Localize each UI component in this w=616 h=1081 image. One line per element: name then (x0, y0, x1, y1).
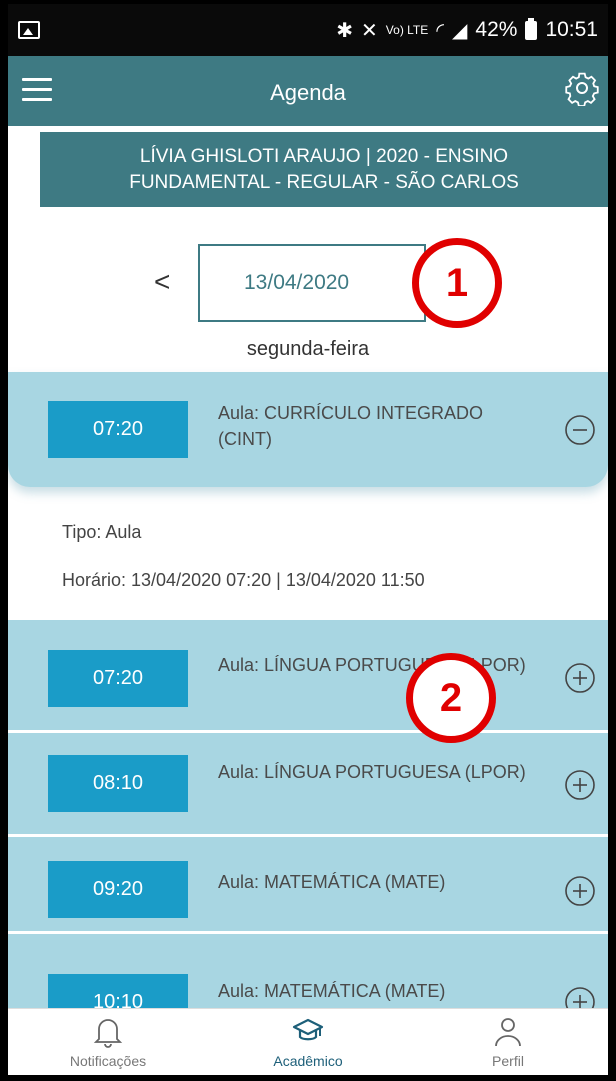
student-banner: LÍVIA GHISLOTI ARAUJO | 2020 - ENSINO FU… (26, 132, 608, 207)
date-value: 13/04/2020 (244, 271, 350, 294)
gear-icon[interactable] (564, 70, 600, 106)
graduation-cap-icon (292, 1018, 324, 1041)
annotation-badge-1: 1 (412, 238, 502, 328)
expand-icon[interactable] (564, 875, 596, 907)
battery-icon (525, 17, 538, 40)
lesson-row[interactable]: 09:20 Aula: MATEMÁTICA (MATE) (8, 837, 608, 931)
cell-signal-icon: ◢ (452, 19, 468, 42)
lesson-title: Aula: LÍNGUA PORTUGUESA (LPOR) (218, 762, 526, 782)
app-screen: ✱ ✕ Vo) LTE ◜ ◢ 42% 10:51 Agenda LÍVIA G… (8, 4, 608, 1075)
lesson-title: Aula: MATEMÁTICA (MATE) (218, 981, 446, 1001)
lesson-title: Aula: MATEMÁTICA (MATE) (218, 872, 446, 892)
phone-frame: ✱ ✕ Vo) LTE ◜ ◢ 42% 10:51 Agenda LÍVIA G… (0, 0, 616, 1081)
status-indicators: ✱ ✕ Vo) LTE ◜ ◢ 42% 10:51 (336, 17, 598, 43)
lesson-row[interactable]: 07:20 Aula: CURRÍCULO INTEGRADO (CINT) (8, 372, 608, 487)
bluetooth-icon: ✱ (336, 19, 354, 42)
person-icon (495, 1018, 521, 1047)
banner-line-1: LÍVIA GHISLOTI ARAUJO | 2020 - ENSINO (139, 146, 509, 167)
nav-label: Acadêmico (273, 1053, 343, 1069)
volte-label: Vo) LTE (385, 23, 429, 37)
nav-academic[interactable]: Acadêmico (208, 1009, 408, 1075)
nav-profile[interactable]: Perfil (408, 1009, 608, 1075)
expand-icon[interactable] (564, 769, 596, 801)
banner-accent-bar (26, 132, 40, 207)
lesson-row[interactable]: 07:20 Aula: LÍNGUA PORTUGUESA (LPOR) (8, 620, 608, 730)
weekday-label: segunda-feira (246, 338, 370, 360)
lesson-title: Aula: CURRÍCULO INTEGRADO (CINT) (218, 403, 484, 449)
lesson-schedule: Horário: 13/04/2020 07:20 | 13/04/2020 1… (62, 570, 425, 590)
bell-icon (93, 1019, 123, 1048)
date-field[interactable]: 13/04/2020 (198, 244, 426, 322)
lesson-time: 07:20 (48, 401, 188, 458)
page-title: Agenda (270, 80, 346, 105)
lesson-time: 09:20 (48, 861, 188, 918)
clock: 10:51 (545, 18, 598, 41)
lesson-time: 07:20 (48, 650, 188, 707)
bottom-navigation: Notificações Acadêmico Perfil (8, 1008, 608, 1075)
banner-line-2: FUNDAMENTAL - REGULAR - SÃO CARLOS (129, 172, 519, 193)
previous-day-button[interactable]: < (154, 266, 170, 298)
status-bar: ✱ ✕ Vo) LTE ◜ ◢ 42% 10:51 (8, 4, 608, 56)
mute-icon: ✕ (361, 19, 378, 42)
nav-label: Perfil (492, 1053, 524, 1069)
gallery-notification-icon (18, 21, 40, 39)
battery-percent: 42% (475, 18, 518, 41)
expand-icon[interactable] (564, 662, 596, 694)
app-header: Agenda (8, 56, 608, 126)
annotation-badge-2: 2 (406, 653, 496, 743)
lesson-row[interactable]: 08:10 Aula: LÍNGUA PORTUGUESA (LPOR) (8, 733, 608, 834)
lesson-type: Tipo: Aula (62, 522, 142, 542)
collapse-icon[interactable] (564, 414, 596, 446)
wifi-icon: ◜ (436, 19, 445, 42)
lesson-time: 08:10 (48, 755, 188, 812)
nav-label: Notificações (69, 1053, 147, 1069)
nav-notifications[interactable]: Notificações (8, 1009, 208, 1075)
lesson-title: Aula: LÍNGUA PORTUGUESA (LPOR) (218, 655, 526, 675)
lesson-row[interactable]: 10:10 Aula: MATEMÁTICA (MATE) (8, 934, 608, 1014)
